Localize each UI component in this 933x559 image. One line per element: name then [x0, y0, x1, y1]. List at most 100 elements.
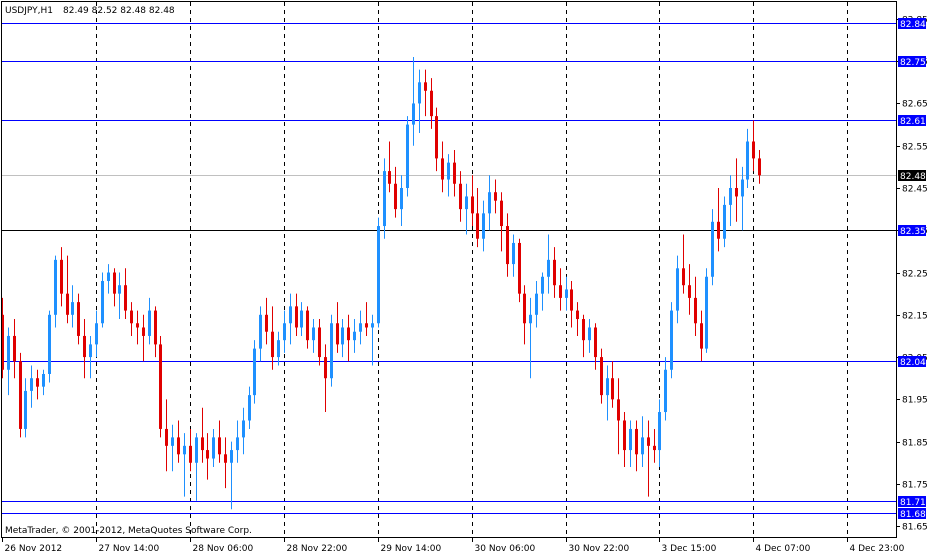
candle-body: [159, 344, 162, 429]
candle: [159, 336, 162, 437]
candle: [518, 239, 521, 302]
candle: [406, 116, 409, 196]
price-level-label: 81.68: [900, 510, 926, 520]
candle-body: [218, 437, 221, 454]
candle-body: [206, 450, 209, 458]
candle-body: [711, 222, 714, 277]
candle-body: [60, 260, 63, 294]
candle-body: [611, 378, 614, 399]
candle-body: [535, 294, 538, 315]
candle-body: [165, 429, 168, 446]
candle-body: [183, 446, 186, 454]
candle-body: [635, 429, 638, 454]
candle-body: [453, 163, 456, 184]
copyright-label: MetaTrader, © 2001-2012, MetaQuotes Soft…: [5, 526, 252, 536]
candle: [330, 315, 333, 387]
candle-body: [95, 323, 98, 344]
candle-body: [746, 141, 749, 179]
candle-body: [171, 437, 174, 445]
candle-body: [212, 437, 215, 458]
candle-body: [19, 361, 22, 429]
candle-body: [430, 91, 433, 116]
candle-body: [189, 446, 192, 463]
candle-body: [518, 243, 521, 294]
candle-body: [459, 184, 462, 209]
candle-body: [447, 163, 450, 180]
candle-body: [717, 222, 720, 239]
candle-body: [647, 437, 650, 445]
chart-background: [0, 0, 933, 555]
candle-body: [248, 395, 251, 420]
candle-body: [89, 344, 92, 357]
x-tick-label: 28 Nov 22:00: [287, 544, 348, 554]
y-tick-label: 82.65: [902, 100, 928, 110]
ohlc-label: 82.49 82.52 82.48 82.48: [63, 6, 175, 16]
candle-body: [347, 327, 350, 340]
candle-body: [394, 184, 397, 209]
candle-body: [547, 260, 550, 277]
candle: [705, 268, 708, 353]
candle-body: [42, 374, 45, 387]
candle-body: [729, 188, 732, 205]
candle-body: [77, 302, 80, 336]
x-tick-label: 26 Nov 2012: [5, 544, 63, 554]
candle-body: [705, 277, 708, 349]
candle-body: [236, 437, 239, 450]
candle-body: [494, 192, 497, 200]
candle-body: [653, 446, 656, 450]
candle-body: [83, 336, 86, 357]
candle-body: [600, 357, 603, 395]
candle-body: [682, 268, 685, 285]
candle-body: [588, 327, 591, 340]
candle-body: [353, 332, 356, 340]
candle-body: [482, 213, 485, 238]
candle-body: [36, 378, 39, 386]
candle-body: [341, 327, 344, 344]
candle-body: [582, 319, 585, 340]
candle: [377, 218, 380, 328]
candle-body: [277, 340, 280, 357]
candle-body: [523, 294, 526, 324]
candle-body: [24, 391, 27, 429]
candle-body: [201, 437, 204, 450]
candle-body: [617, 399, 620, 420]
candle-body: [318, 327, 321, 357]
candle-body: [259, 315, 262, 349]
price-level-label: 82.04: [900, 358, 926, 368]
candle-body: [553, 260, 556, 285]
candle-body: [107, 273, 110, 281]
bid-price-label: 82.48: [900, 172, 926, 182]
candle-body: [676, 268, 679, 310]
candle-body: [330, 323, 333, 378]
y-tick-label: 81.65: [902, 523, 928, 533]
candle-body: [388, 171, 391, 184]
candle-body: [758, 158, 761, 175]
candle-body: [606, 378, 609, 395]
candle-body: [289, 306, 292, 323]
candle-body: [113, 273, 116, 294]
candle-body: [576, 311, 579, 319]
candle-body: [124, 285, 127, 310]
candle-body: [101, 281, 104, 323]
candle-body: [541, 277, 544, 294]
candle-body: [441, 158, 444, 179]
candle-body: [66, 294, 69, 315]
candle-body: [412, 103, 415, 124]
candle-body: [629, 429, 632, 450]
candle-body: [71, 302, 74, 315]
candle-body: [506, 226, 509, 264]
x-tick-label: 29 Nov 14:00: [381, 544, 442, 554]
candle-body: [312, 327, 315, 340]
candle-body: [324, 357, 327, 378]
candle-body: [658, 412, 661, 450]
price-level-label: 82.84: [900, 20, 926, 30]
y-tick-label: 82.15: [902, 312, 928, 322]
candle-body: [359, 323, 362, 331]
x-tick-label: 3 Dec 15:00: [662, 544, 717, 554]
candle-body: [365, 323, 368, 327]
x-tick-label: 28 Nov 06:00: [193, 544, 254, 554]
candle: [253, 340, 256, 403]
candle-body: [377, 226, 380, 323]
candle-body: [424, 82, 427, 90]
candle-body: [265, 315, 268, 332]
